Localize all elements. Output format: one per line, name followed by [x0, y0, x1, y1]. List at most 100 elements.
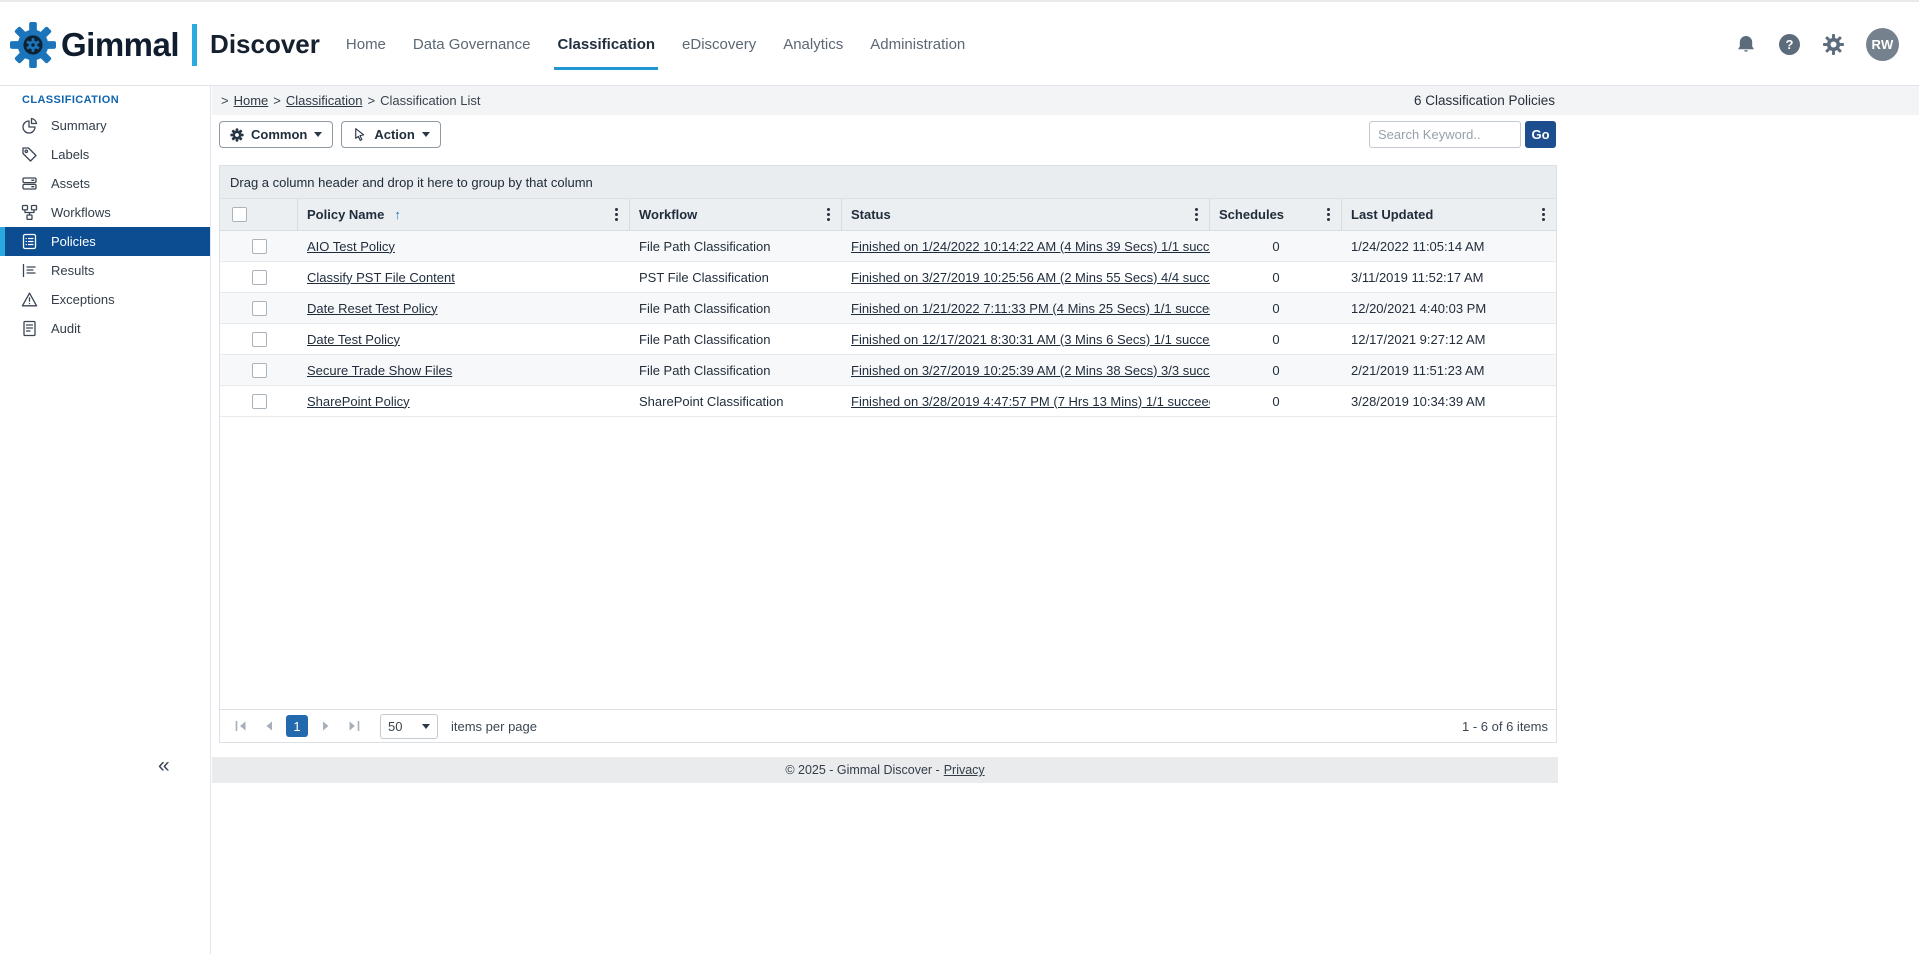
- breadcrumb-current: Classification List: [380, 93, 480, 108]
- status-link[interactable]: Finished on 1/24/2022 10:14:22 AM (4 Min…: [851, 239, 1210, 254]
- column-title: Last Updated: [1351, 207, 1433, 222]
- sidebar-item-summary[interactable]: Summary: [0, 111, 210, 140]
- sidebar-item-label: Assets: [51, 176, 90, 191]
- row-checkbox[interactable]: [252, 301, 267, 316]
- app-window: Gimmal Discover Home Data Governance Cla…: [0, 0, 1919, 954]
- policy-name-link[interactable]: Date Reset Test Policy: [307, 301, 438, 316]
- search-input[interactable]: [1369, 121, 1521, 148]
- sidebar-collapse-chevrons-icon[interactable]: «: [158, 754, 170, 778]
- status-link[interactable]: Finished on 1/21/2022 7:11:33 PM (4 Mins…: [851, 301, 1210, 316]
- table-row: Date Reset Test Policy File Path Classif…: [220, 293, 1556, 324]
- breadcrumb-home-link[interactable]: Home: [234, 93, 269, 108]
- sidebar-item-exceptions[interactable]: Exceptions: [0, 285, 210, 314]
- schedules-cell: 0: [1210, 231, 1342, 261]
- common-menu-button[interactable]: Common: [219, 121, 333, 148]
- user-avatar[interactable]: RW: [1866, 28, 1899, 61]
- policy-name-link[interactable]: AIO Test Policy: [307, 239, 395, 254]
- gear-logo-icon: [10, 22, 56, 68]
- audit-document-icon: [21, 320, 38, 337]
- sidebar-item-results[interactable]: Results: [0, 256, 210, 285]
- search-area: Go: [1369, 121, 1556, 148]
- breadcrumb: > Home > Classification > Classification…: [221, 93, 481, 108]
- workflow-cell: File Path Classification: [630, 355, 842, 385]
- breadcrumb-classification-link[interactable]: Classification: [286, 93, 363, 108]
- last-page-button[interactable]: [341, 714, 366, 739]
- row-select-cell: [220, 355, 298, 385]
- brand-divider: [192, 24, 197, 66]
- pager-range-label: 1 - 6 of 6 items: [1462, 719, 1548, 734]
- page-1-button[interactable]: 1: [286, 715, 308, 737]
- workflow-cell: File Path Classification: [630, 293, 842, 323]
- nav-home[interactable]: Home: [346, 32, 386, 57]
- brand-name: Gimmal: [61, 26, 179, 64]
- sidebar-item-assets[interactable]: Assets: [0, 169, 210, 198]
- warning-triangle-icon: [21, 291, 38, 308]
- policy-name-link[interactable]: Date Test Policy: [307, 332, 400, 347]
- schedules-cell: 0: [1210, 386, 1342, 416]
- policies-count-label: 6 Classification Policies: [1414, 93, 1555, 108]
- sidebar: CLASSIFICATION Summary Labels Assets: [0, 86, 211, 954]
- row-checkbox[interactable]: [252, 239, 267, 254]
- privacy-link[interactable]: Privacy: [944, 763, 985, 777]
- nav-classification[interactable]: Classification: [557, 32, 655, 57]
- policy-name-link[interactable]: SharePoint Policy: [307, 394, 410, 409]
- schedules-cell: 0: [1210, 324, 1342, 354]
- column-menu-icon[interactable]: [1193, 204, 1200, 225]
- row-checkbox[interactable]: [252, 363, 267, 378]
- caret-down-icon: [314, 132, 322, 137]
- nav-data-governance[interactable]: Data Governance: [413, 32, 531, 57]
- last-updated-cell: 3/28/2019 10:34:39 AM: [1342, 386, 1556, 416]
- status-link[interactable]: Finished on 12/17/2021 8:30:31 AM (3 Min…: [851, 332, 1210, 347]
- action-menu-button[interactable]: Action: [341, 121, 440, 148]
- column-menu-icon[interactable]: [613, 204, 620, 225]
- nav-administration[interactable]: Administration: [870, 32, 965, 57]
- cursor-action-icon: [352, 127, 367, 142]
- row-checkbox[interactable]: [252, 270, 267, 285]
- grid-toolbar: Common Action: [219, 121, 441, 148]
- sidebar-item-labels[interactable]: Labels: [0, 140, 210, 169]
- last-updated-cell: 12/17/2021 9:27:12 AM: [1342, 324, 1556, 354]
- policy-name-link[interactable]: Secure Trade Show Files: [307, 363, 452, 378]
- help-icon[interactable]: ?: [1779, 34, 1800, 55]
- column-menu-icon[interactable]: [1325, 204, 1332, 225]
- common-button-label: Common: [251, 127, 307, 142]
- sidebar-item-label: Results: [51, 263, 94, 278]
- column-header-schedules[interactable]: Schedules: [1210, 199, 1342, 230]
- column-header-workflow[interactable]: Workflow: [630, 199, 842, 230]
- column-title: Schedules: [1219, 207, 1284, 222]
- column-header-status[interactable]: Status: [842, 199, 1210, 230]
- policy-name-link[interactable]: Classify PST File Content: [307, 270, 455, 285]
- column-menu-icon[interactable]: [825, 204, 832, 225]
- page-size-select[interactable]: 50: [380, 714, 438, 739]
- action-button-label: Action: [374, 127, 414, 142]
- status-link[interactable]: Finished on 3/28/2019 4:47:57 PM (7 Hrs …: [851, 394, 1210, 409]
- row-checkbox[interactable]: [252, 332, 267, 347]
- sidebar-item-label: Summary: [51, 118, 107, 133]
- nav-analytics[interactable]: Analytics: [783, 32, 843, 57]
- sidebar-item-policies[interactable]: Policies: [0, 227, 210, 256]
- table-row: Classify PST File Content PST File Class…: [220, 262, 1556, 293]
- select-all-checkbox[interactable]: [232, 207, 247, 222]
- column-menu-icon[interactable]: [1540, 204, 1547, 225]
- nav-ediscovery[interactable]: eDiscovery: [682, 32, 756, 57]
- sort-ascending-icon: ↑: [394, 207, 401, 222]
- copyright-text: © 2025 - Gimmal Discover -: [785, 763, 939, 777]
- table-row: SharePoint Policy SharePoint Classificat…: [220, 386, 1556, 417]
- gimmal-logo[interactable]: Gimmal Discover: [10, 22, 320, 68]
- column-header-last-updated[interactable]: Last Updated: [1342, 199, 1556, 230]
- settings-gear-icon[interactable]: [1821, 33, 1845, 57]
- column-header-policy-name[interactable]: Policy Name ↑: [298, 199, 630, 230]
- status-link[interactable]: Finished on 3/27/2019 10:25:39 AM (2 Min…: [851, 363, 1210, 378]
- first-page-button[interactable]: [228, 714, 253, 739]
- previous-page-button[interactable]: [256, 714, 281, 739]
- next-page-button[interactable]: [313, 714, 338, 739]
- status-link[interactable]: Finished on 3/27/2019 10:25:56 AM (2 Min…: [851, 270, 1210, 285]
- search-go-button[interactable]: Go: [1525, 121, 1556, 148]
- row-checkbox[interactable]: [252, 394, 267, 409]
- policies-grid: Drag a column header and drop it here to…: [219, 165, 1557, 743]
- table-row: Date Test Policy File Path Classificatio…: [220, 324, 1556, 355]
- sidebar-item-workflows[interactable]: Workflows: [0, 198, 210, 227]
- pie-chart-icon: [21, 117, 38, 134]
- notifications-bell-icon[interactable]: [1734, 33, 1758, 57]
- sidebar-item-audit[interactable]: Audit: [0, 314, 210, 343]
